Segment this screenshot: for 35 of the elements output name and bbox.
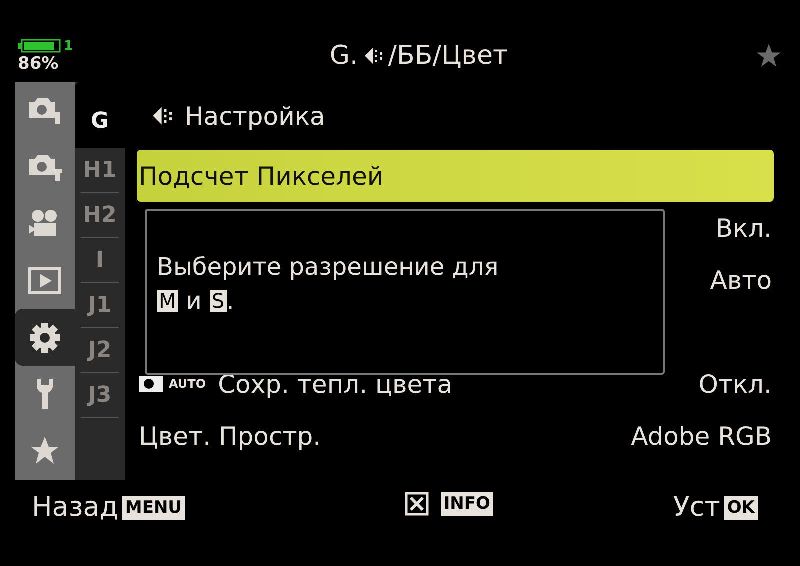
battery-percent: 86% bbox=[18, 54, 60, 74]
sub-tab[interactable]: G bbox=[75, 82, 125, 148]
button-key-label: MENU bbox=[122, 496, 185, 520]
menu-tab[interactable] bbox=[15, 309, 75, 366]
help-text: и bbox=[186, 287, 202, 315]
highlighted-menu-item[interactable]: Подсчет Пикселей bbox=[137, 150, 774, 202]
battery-number: 1 bbox=[64, 38, 74, 54]
footer-label: Уст bbox=[673, 492, 720, 523]
item-value: Авто bbox=[710, 266, 772, 294]
sub-tab[interactable]: H2 bbox=[81, 193, 119, 238]
help-text: Выберите разрешение для bbox=[157, 253, 500, 281]
key-label: S bbox=[210, 290, 227, 312]
item-label: Сохр. тепл. цвета bbox=[218, 370, 453, 398]
menu-title: G. bbox=[330, 41, 358, 71]
button-key-label: INFO bbox=[440, 492, 494, 516]
item-value: Adobe RGB bbox=[631, 422, 772, 450]
auto-label: AUTO bbox=[169, 377, 206, 391]
close-icon bbox=[404, 492, 429, 516]
button-key-label: OK bbox=[724, 496, 758, 520]
key-label: M bbox=[157, 290, 178, 312]
item-value: Вкл. bbox=[716, 214, 772, 242]
sub-tab[interactable]: H1 bbox=[81, 148, 119, 193]
sub-tab[interactable]: I bbox=[81, 238, 119, 283]
item-label: Цвет. Простр. bbox=[139, 422, 322, 450]
sub-tab[interactable]: J3 bbox=[81, 373, 119, 418]
help-text: . bbox=[226, 287, 234, 315]
battery-icon bbox=[18, 39, 62, 53]
item-label: Подсчет Пикселей bbox=[139, 162, 384, 190]
section-title: Настройка bbox=[185, 102, 326, 130]
sub-tab[interactable]: J2 bbox=[81, 328, 119, 373]
item-value: Откл. bbox=[698, 370, 772, 398]
footer-label: Назад bbox=[32, 492, 118, 523]
menu-title: /ББ/Цвет bbox=[388, 41, 508, 71]
sub-tab[interactable]: J1 bbox=[81, 283, 119, 328]
star-icon[interactable] bbox=[756, 43, 782, 69]
